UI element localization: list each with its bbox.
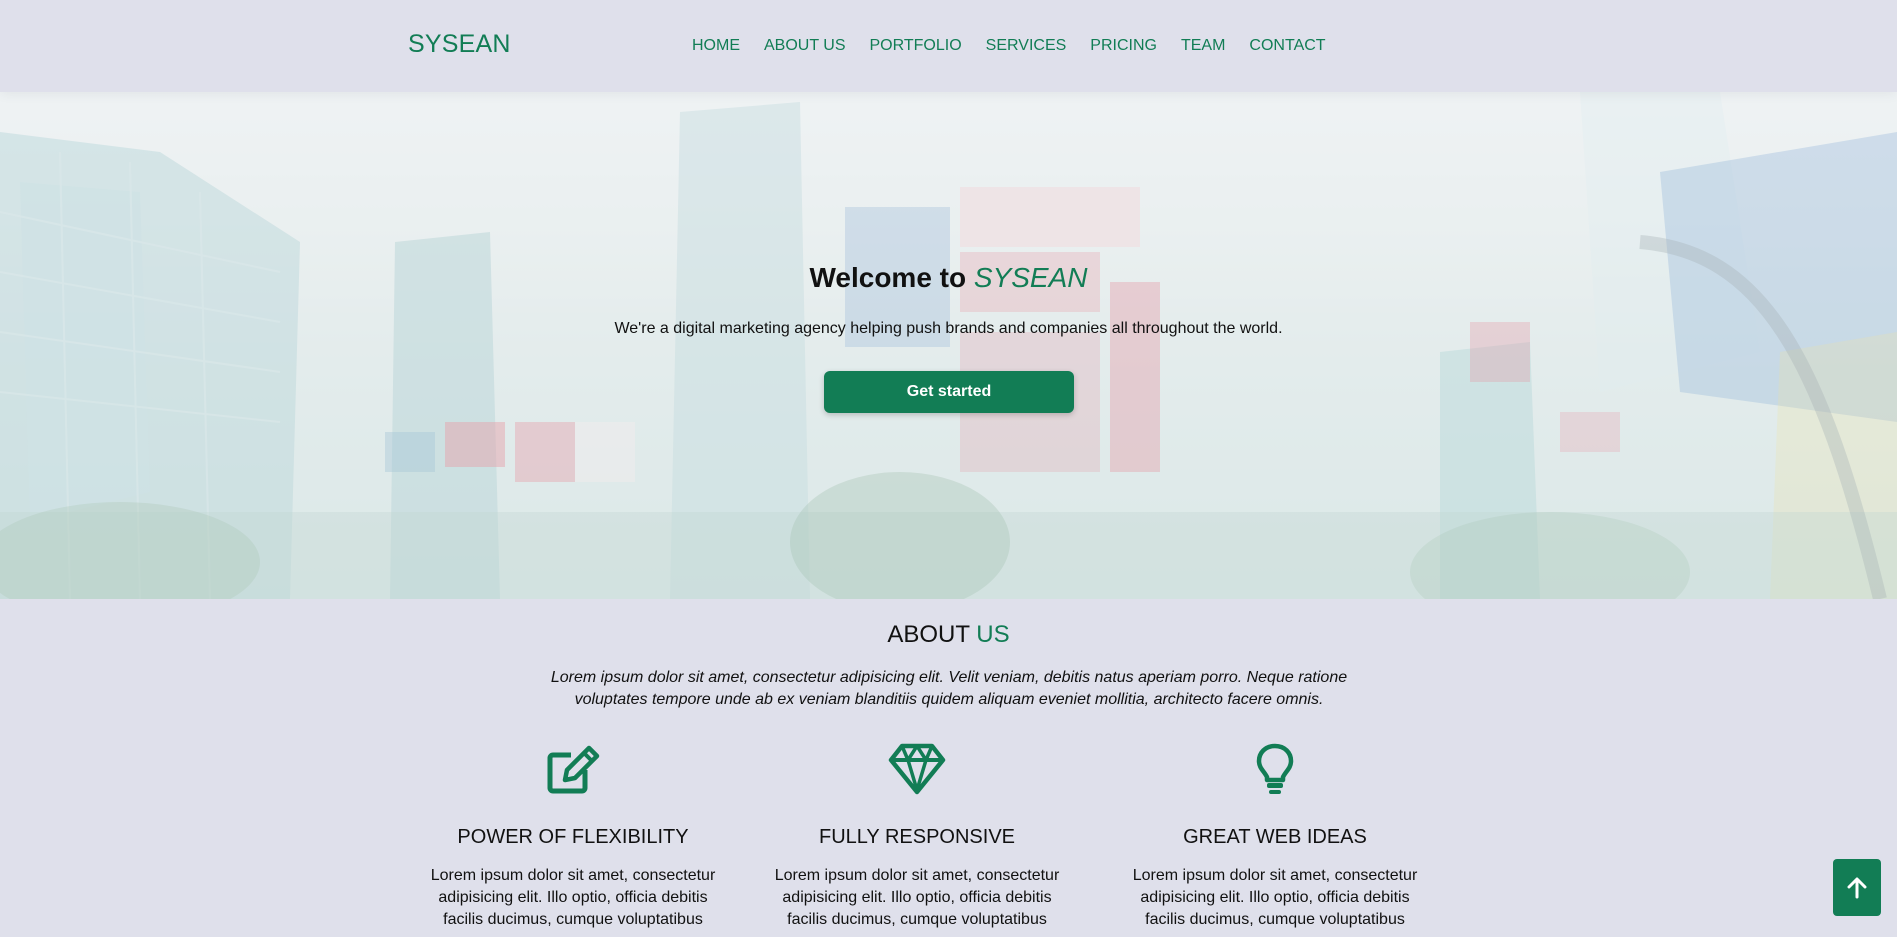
feature-card: FULLY RESPONSIVE Lorem ipsum dolor sit a… [757,742,1077,931]
feature-text: Lorem ipsum dolor sit amet, consectetur … [774,867,1060,928]
nav-item-team[interactable]: TEAM [1181,37,1225,55]
feature-text: Lorem ipsum dolor sit amet, consectetur … [1132,867,1418,928]
get-started-button[interactable]: Get started [824,371,1074,413]
arrow-up-icon [1847,877,1867,898]
about-title: ABOUT US [0,621,1897,649]
hero-title-prefix: Welcome to [809,262,974,293]
back-to-top-button[interactable] [1833,859,1881,916]
feature-title: POWER OF FLEXIBILITY [457,826,689,848]
feature-title: FULLY RESPONSIVE [819,826,1015,848]
nav-item-portfolio[interactable]: PORTFOLIO [870,37,962,55]
site-header: SYSEAN HOME ABOUT US PORTFOLIO SERVICES … [0,0,1897,92]
hero-title-brand: SYSEAN [973,262,1088,293]
lightbulb-icon [1256,743,1294,794]
site-logo[interactable]: SYSEAN [408,30,511,59]
hero-subtitle: We're a digital marketing agency helping… [614,320,1283,337]
hero-section: Welcome to SYSEAN We're a digital market… [0,92,1897,599]
hero-title: Welcome to SYSEAN [0,262,1897,294]
hero-content: Welcome to SYSEAN We're a digital market… [0,92,1897,599]
about-title-accent: US [976,621,1010,648]
nav-item-contact[interactable]: CONTACT [1249,37,1325,55]
nav-item-about-us[interactable]: ABOUT US [764,37,846,55]
feature-text: Lorem ipsum dolor sit amet, consectetur … [430,867,716,928]
feature-card: GREAT WEB IDEAS Lorem ipsum dolor sit am… [1115,742,1435,931]
feature-card: POWER OF FLEXIBILITY Lorem ipsum dolor s… [413,742,733,931]
nav-item-services[interactable]: SERVICES [986,37,1067,55]
edit-icon [547,745,600,794]
nav-item-pricing[interactable]: PRICING [1090,37,1157,55]
diamond-icon [888,743,946,795]
nav-item-home[interactable]: HOME [692,37,740,55]
about-description: Lorem ipsum dolor sit amet, consectetur … [550,669,1348,708]
feature-title: GREAT WEB IDEAS [1183,826,1367,848]
about-title-main: ABOUT [887,621,977,648]
main-nav: HOME ABOUT US PORTFOLIO SERVICES PRICING… [692,37,1326,55]
